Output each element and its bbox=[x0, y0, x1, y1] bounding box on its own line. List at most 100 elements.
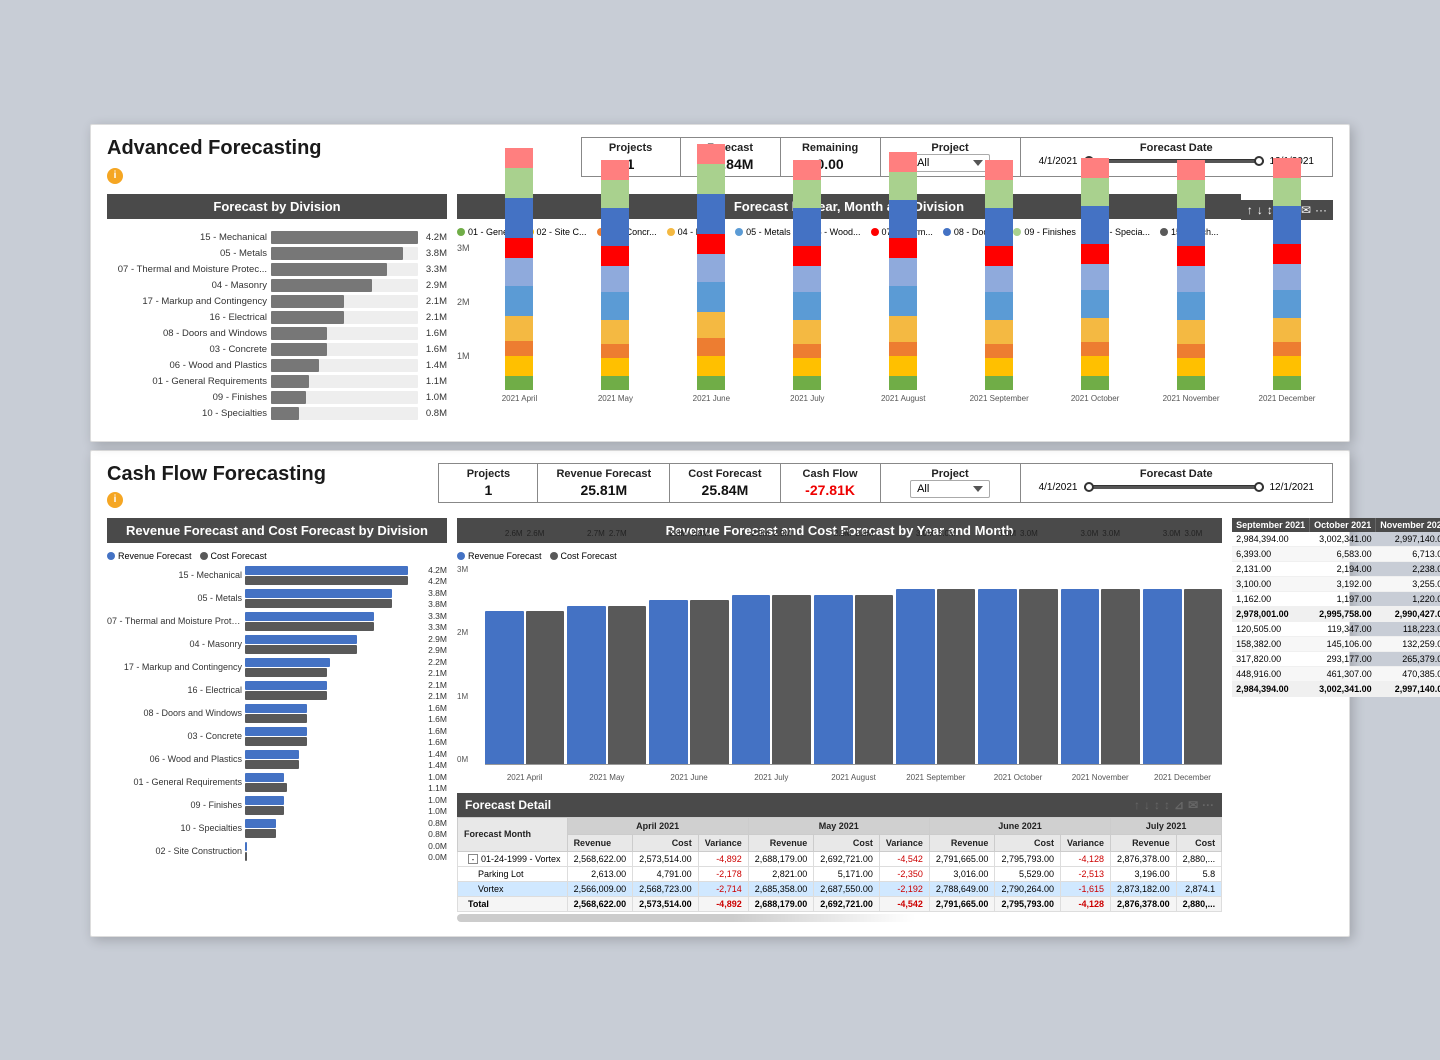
legend-dot bbox=[1013, 228, 1021, 236]
bar-label: 01 - General Requirements bbox=[107, 376, 267, 387]
more-icon[interactable]: ··· bbox=[1315, 203, 1327, 217]
dual-bar-values: 2.9M 2.9M bbox=[411, 634, 447, 655]
detail-cell: 2,791,665.00 bbox=[929, 851, 995, 866]
sort-up-icon[interactable]: ↑ bbox=[1247, 203, 1253, 217]
detail-sort-icon2[interactable]: ↕ bbox=[1164, 798, 1170, 812]
detail-cell: -1,615 bbox=[1061, 881, 1111, 896]
stacked-segment bbox=[601, 358, 629, 376]
dual-bar-label: 15 - Mechanical bbox=[107, 570, 242, 580]
rev-val: 3.8M bbox=[411, 588, 447, 598]
stacked-segment bbox=[1177, 160, 1205, 180]
detail-sub-june-var: Variance bbox=[1061, 834, 1111, 851]
stacked-segment bbox=[889, 172, 917, 200]
stacked-segment bbox=[1177, 292, 1205, 320]
bottom-slider-left[interactable] bbox=[1084, 482, 1094, 492]
stacked-segment bbox=[697, 234, 725, 254]
dual-bars bbox=[245, 681, 408, 700]
project-select[interactable]: All bbox=[910, 154, 990, 172]
stacked-segment bbox=[1273, 264, 1301, 290]
table-scroll-hint[interactable] bbox=[457, 914, 916, 922]
forecast-detail-wrapper: Forecast Detail ↑ ↓ ↕ ↕ ⊿ ✉ ··· bbox=[457, 793, 1222, 922]
bar-fill bbox=[271, 407, 299, 420]
stacked-segment bbox=[889, 238, 917, 258]
grouped-cost-bar bbox=[855, 595, 894, 764]
grouped-col: 3.0M 3.0M 2021 November bbox=[1061, 565, 1140, 764]
slider-thumb-right[interactable] bbox=[1254, 156, 1264, 166]
detail-sort-icon[interactable]: ↕ bbox=[1154, 798, 1160, 812]
stacked-segment bbox=[1273, 158, 1301, 178]
stacked-segment bbox=[505, 148, 533, 168]
detail-cell: -4,128 bbox=[1061, 896, 1111, 911]
grouped-x-label: 2021 April bbox=[507, 773, 543, 782]
forecast-date-label: Forecast Date bbox=[1039, 142, 1314, 154]
bar-fill bbox=[271, 231, 418, 244]
detail-cell: 3,196.00 bbox=[1111, 866, 1177, 881]
dual-bar-row: 01 - General Requirements 1.0M 1.1M bbox=[107, 772, 447, 793]
detail-export-icon[interactable]: ✉ bbox=[1188, 798, 1198, 812]
stacked-col: 2021 November bbox=[1145, 243, 1237, 403]
sort-down-icon[interactable]: ↓ bbox=[1257, 203, 1263, 217]
stacked-col: 2021 July bbox=[761, 243, 853, 403]
detail-cell: 2,873,182.00 bbox=[1111, 881, 1177, 896]
bar-label: 16 - Electrical bbox=[107, 312, 267, 323]
cost-top-label: 3.0M bbox=[1020, 529, 1038, 538]
division-bar-row: 03 - Concrete 1.6M bbox=[107, 343, 447, 356]
detail-cell: -2,714 bbox=[698, 881, 748, 896]
bar-value: 1.0M bbox=[426, 392, 447, 403]
stacked-segment bbox=[985, 320, 1013, 344]
rev-val: 1.0M bbox=[411, 772, 447, 782]
stacked-bar bbox=[601, 160, 629, 390]
grouped-cost-bar bbox=[1019, 589, 1058, 764]
right-table-row: 1,162.001,197.001,220.00 bbox=[1232, 591, 1440, 606]
grouped-cost-bar bbox=[937, 589, 976, 764]
detail-more-icon[interactable]: ··· bbox=[1202, 798, 1214, 812]
detail-table-scroll[interactable]: Forecast Month April 2021 May 2021 June … bbox=[457, 817, 1222, 922]
bottom-date-slider[interactable] bbox=[1084, 485, 1264, 489]
rev-val: 2.2M bbox=[411, 657, 447, 667]
division-bar-row: 05 - Metals 3.8M bbox=[107, 247, 447, 260]
grouped-val-labels: 2.7M 2.7M bbox=[567, 529, 646, 538]
detail-sub-april-rev: Revenue bbox=[567, 834, 633, 851]
stacked-segment bbox=[505, 238, 533, 258]
grouped-x-label: 2021 September bbox=[906, 773, 965, 782]
revenue-bar bbox=[245, 704, 307, 713]
detail-sort-down-icon[interactable]: ↓ bbox=[1144, 798, 1150, 812]
bar-value: 1.4M bbox=[426, 360, 447, 371]
cost-val: 4.2M bbox=[411, 576, 447, 586]
dual-bar-heading: Revenue Forecast and Cost Forecast by Di… bbox=[107, 518, 447, 543]
dual-bar-values: 1.4M 1.4M bbox=[411, 749, 447, 770]
right-table-cell: 461,307.00 bbox=[1310, 666, 1376, 681]
cost-top-label: 3.0M bbox=[1102, 529, 1120, 538]
date-start: 4/1/2021 bbox=[1039, 156, 1078, 167]
bar-label: 10 - Specialties bbox=[107, 408, 267, 419]
legend-label: 05 - Metals bbox=[746, 227, 791, 237]
export-icon[interactable]: ✉ bbox=[1301, 203, 1311, 217]
right-table-cell: 118,223.00 bbox=[1376, 621, 1440, 636]
grouped-col: 2.9M 2.9M 2021 July bbox=[732, 565, 811, 764]
cost-bar bbox=[245, 714, 307, 723]
bar-outer bbox=[271, 295, 418, 308]
detail-sub-may-var: Variance bbox=[879, 834, 929, 851]
right-table-cell: 3,002,341.00 bbox=[1310, 681, 1376, 696]
detail-project-name: Parking Lot bbox=[458, 866, 568, 881]
cost-val: 2.9M bbox=[411, 645, 447, 655]
grouped-cost-bar bbox=[772, 595, 811, 764]
grouped-val-labels: 2.8M 2.8M bbox=[649, 529, 728, 538]
expand-icon[interactable]: - bbox=[468, 854, 478, 864]
bar-value: 1.6M bbox=[426, 328, 447, 339]
right-table-cell: 119,347.00 bbox=[1310, 621, 1376, 636]
right-table-cell: 3,255.00 bbox=[1376, 576, 1440, 591]
sort-az-icon[interactable]: ↕ bbox=[1267, 203, 1273, 217]
right-table-row: 3,100.003,192.003,255.00 bbox=[1232, 576, 1440, 591]
grouped-val-labels: 3.0M 3.0M bbox=[896, 529, 975, 538]
detail-filter-icon[interactable]: ⊿ bbox=[1174, 798, 1184, 812]
date-range-slider[interactable] bbox=[1084, 159, 1264, 163]
bottom-slider-right[interactable] bbox=[1254, 482, 1264, 492]
stacked-bar bbox=[1081, 158, 1109, 390]
revenue-bar bbox=[245, 819, 276, 828]
detail-chart-actions: ↑ ↓ ↕ ↕ ⊿ ✉ ··· bbox=[1134, 798, 1214, 812]
bottom-project-select[interactable]: All bbox=[910, 480, 990, 498]
detail-sort-up-icon[interactable]: ↑ bbox=[1134, 798, 1140, 812]
bar-outer bbox=[271, 375, 418, 388]
detail-th-forecast-month: Forecast Month bbox=[458, 817, 568, 851]
